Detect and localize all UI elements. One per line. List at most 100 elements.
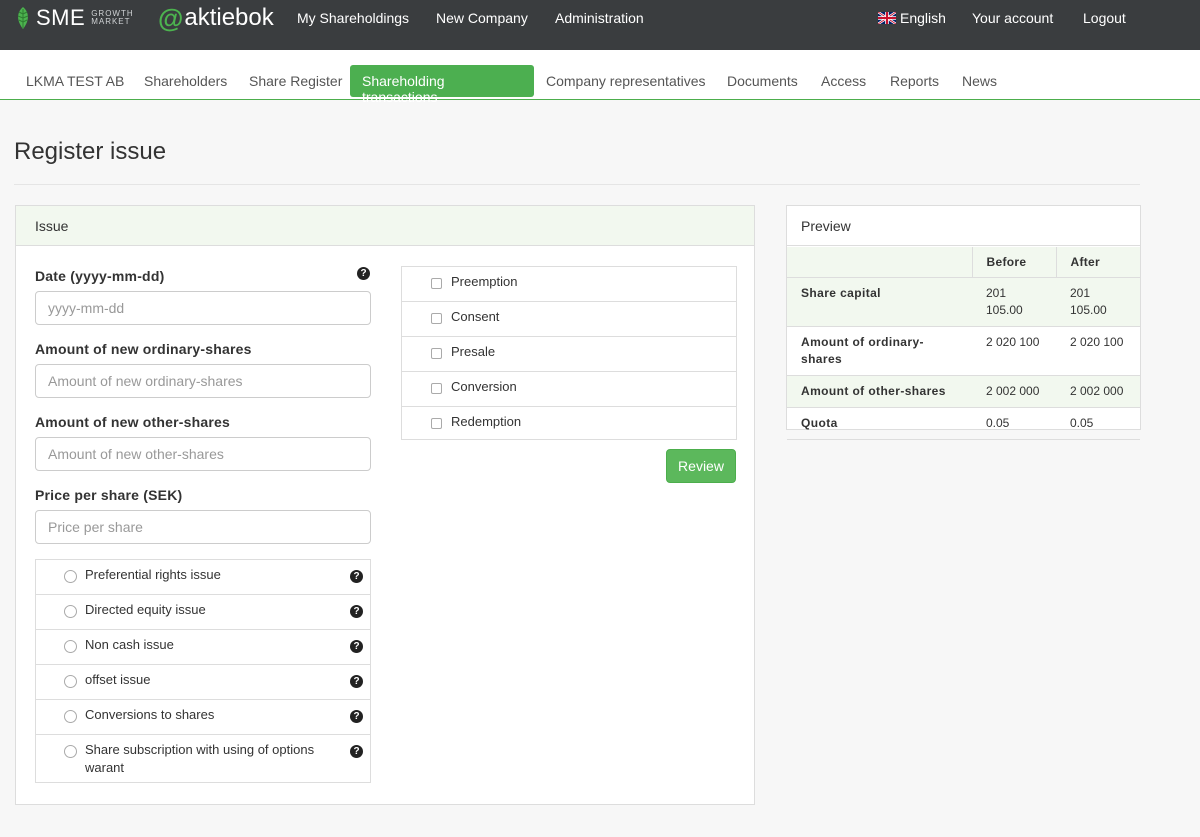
- at-logo-icon: @: [158, 2, 184, 33]
- row-label: Amount of ordinary-shares: [787, 326, 972, 376]
- aktiebok-logo-text: aktiebok: [184, 4, 274, 31]
- offset-radio[interactable]: [64, 675, 77, 688]
- tab-share-register[interactable]: Share Register: [249, 65, 342, 97]
- preview-col-after: After: [1055, 247, 1140, 278]
- date-input[interactable]: [35, 291, 371, 325]
- clause-redemption[interactable]: Redemption: [402, 407, 736, 440]
- issue-panel-heading: Issue: [16, 206, 754, 246]
- issue-type-non-cash[interactable]: Non cash issue ?: [36, 630, 370, 665]
- nav-administration[interactable]: Administration: [555, 10, 644, 26]
- preview-panel-heading: Preview: [787, 206, 1140, 246]
- price-per-share-input[interactable]: [35, 510, 371, 544]
- other-shares-input[interactable]: [35, 437, 371, 471]
- logout-link[interactable]: Logout: [1083, 10, 1126, 26]
- tab-company-representatives[interactable]: Company representatives: [546, 65, 706, 97]
- issue-type-directed[interactable]: Directed equity issue ?: [36, 595, 370, 630]
- date-label: Date (yyyy-mm-dd): [35, 268, 165, 284]
- ordinary-shares-input[interactable]: [35, 364, 371, 398]
- uk-flag-icon: [878, 12, 896, 24]
- sme-logo[interactable]: SME GROWTH MARKET: [14, 5, 134, 30]
- company-subnav: LKMA TEST AB Shareholders Share Register…: [0, 50, 1200, 105]
- row-label: Quota: [787, 407, 972, 440]
- clause-conversion[interactable]: Conversion: [402, 372, 736, 407]
- page-title: Register issue: [14, 138, 167, 165]
- table-row: Share capital 201 105.00 201 105.00: [787, 277, 1140, 327]
- conversions-radio[interactable]: [64, 710, 77, 723]
- row-after: 2 002 000: [1056, 375, 1140, 408]
- other-shares-label: Amount of new other-shares: [35, 414, 230, 430]
- tab-documents[interactable]: Documents: [727, 65, 798, 97]
- tab-company-name[interactable]: LKMA TEST AB: [26, 65, 124, 97]
- nav-new-company[interactable]: New Company: [436, 10, 528, 26]
- non-cash-label: Non cash issue: [85, 637, 174, 652]
- top-navbar: SME GROWTH MARKET @ aktiebok My Shareholdi…: [0, 0, 1200, 50]
- aktiebok-logo[interactable]: @ aktiebok: [158, 2, 274, 33]
- non-cash-help-icon[interactable]: ?: [350, 640, 363, 653]
- tab-access[interactable]: Access: [821, 65, 866, 97]
- tab-shareholders[interactable]: Shareholders: [144, 65, 227, 97]
- redemption-label: Redemption: [451, 414, 522, 429]
- row-after: 0.05: [1056, 407, 1140, 440]
- consent-checkbox[interactable]: [431, 313, 442, 324]
- issue-type-list: Preferential rights issue ? Directed equ…: [35, 559, 371, 783]
- your-account-link[interactable]: Your account: [972, 10, 1053, 26]
- issue-type-options-warant[interactable]: Share subscription with using of options…: [36, 735, 370, 783]
- presale-checkbox[interactable]: [431, 348, 442, 359]
- preview-col-before: Before: [971, 247, 1056, 278]
- conversion-label: Conversion: [451, 379, 517, 394]
- directed-radio[interactable]: [64, 605, 77, 618]
- table-row: Amount of ordinary-shares 2 020 100 2 02…: [787, 326, 1140, 376]
- tab-news[interactable]: News: [962, 65, 997, 97]
- conversion-checkbox[interactable]: [431, 383, 442, 394]
- row-before: 0.05: [972, 407, 1056, 440]
- directed-help-icon[interactable]: ?: [350, 605, 363, 618]
- preferential-radio[interactable]: [64, 570, 77, 583]
- table-row: Amount of other-shares 2 002 000 2 002 0…: [787, 375, 1140, 408]
- sme-logo-text: SME: [36, 5, 86, 30]
- clause-consent[interactable]: Consent: [402, 302, 736, 337]
- preemption-label: Preemption: [451, 274, 518, 289]
- conversions-label: Conversions to shares: [85, 707, 215, 722]
- language-label: English: [900, 10, 946, 26]
- preview-table: Before After Share capital 201 105.00 20…: [787, 247, 1140, 440]
- clause-preemption[interactable]: Preemption: [402, 267, 736, 302]
- issue-type-conversions[interactable]: Conversions to shares ?: [36, 700, 370, 735]
- directed-label: Directed equity issue: [85, 602, 206, 617]
- row-before: 2 020 100: [972, 326, 1056, 376]
- nav-my-shareholdings[interactable]: My Shareholdings: [297, 10, 409, 26]
- row-after: 2 020 100: [1056, 326, 1140, 376]
- ordinary-shares-label: Amount of new ordinary-shares: [35, 341, 252, 357]
- clause-presale[interactable]: Presale: [402, 337, 736, 372]
- clauses-list: Preemption Consent Presale Conversion Re…: [401, 266, 737, 440]
- row-before: 2 002 000: [972, 375, 1056, 408]
- presale-label: Presale: [451, 344, 496, 359]
- price-per-share-label: Price per share (SEK): [35, 487, 183, 503]
- tab-reports[interactable]: Reports: [890, 65, 939, 97]
- options-warant-radio[interactable]: [64, 745, 77, 758]
- tab-shareholding-transactions[interactable]: Shareholding transactions: [350, 65, 534, 105]
- growth-market-text: GROWTH MARKET: [91, 9, 134, 26]
- review-button[interactable]: Review: [666, 449, 736, 483]
- preview-header-row: Before After: [787, 247, 1140, 278]
- consent-label: Consent: [451, 309, 500, 324]
- preview-panel: Preview Before After Share capital 201 1…: [786, 205, 1141, 440]
- row-label: Share capital: [787, 277, 972, 327]
- leaf-icon: [17, 7, 29, 29]
- options-warant-label: Share subscription with using of options…: [85, 742, 315, 775]
- table-row: Quota 0.05 0.05: [787, 407, 1140, 440]
- date-help-icon[interactable]: ?: [357, 267, 370, 280]
- redemption-checkbox[interactable]: [431, 418, 442, 429]
- non-cash-radio[interactable]: [64, 640, 77, 653]
- offset-help-icon[interactable]: ?: [350, 675, 363, 688]
- preemption-checkbox[interactable]: [431, 278, 442, 289]
- conversions-help-icon[interactable]: ?: [350, 710, 363, 723]
- options-warant-help-icon[interactable]: ?: [350, 745, 363, 758]
- issue-type-offset[interactable]: offset issue ?: [36, 665, 370, 700]
- row-after: 201 105.00: [1056, 277, 1140, 327]
- language-selector[interactable]: English: [878, 10, 946, 26]
- preview-col-empty: [787, 247, 972, 278]
- row-label: Amount of other-shares: [787, 375, 972, 408]
- issue-panel: Issue Date (yyyy-mm-dd) ? Amount of new …: [15, 205, 755, 805]
- issue-type-preferential[interactable]: Preferential rights issue ?: [36, 560, 370, 595]
- preferential-help-icon[interactable]: ?: [350, 570, 363, 583]
